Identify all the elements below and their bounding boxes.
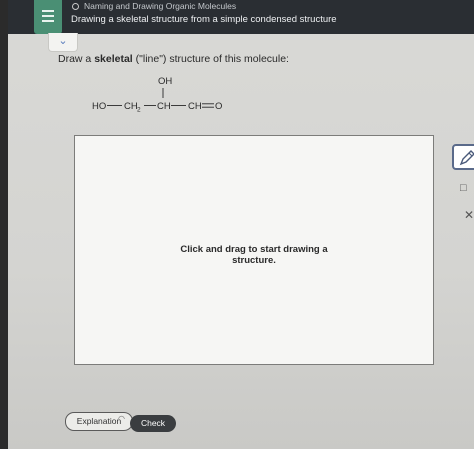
- drawing-toolbar: □ ✕: [448, 140, 474, 240]
- square-icon: □: [460, 182, 467, 194]
- chevron-down-icon: ⌄: [58, 35, 68, 47]
- menu-button[interactable]: [34, 0, 62, 34]
- prompt-suffix: ("line") structure of this molecule:: [132, 53, 289, 65]
- canvas-hint-line-2: structure.: [232, 255, 276, 266]
- explanation-toggle-icon: ◠: [118, 414, 125, 423]
- ch2-group: CH: [124, 101, 138, 112]
- clear-tool-button[interactable]: ✕: [464, 208, 474, 222]
- pencil-tool-button[interactable]: [452, 144, 474, 170]
- menu-icon-bar: [42, 20, 54, 22]
- ch2-subscript: 2: [137, 107, 141, 114]
- check-button[interactable]: Check: [130, 415, 176, 432]
- module-title: Naming and Drawing Organic Molecules: [84, 1, 237, 11]
- canvas-hint-line-1: Click and drag to start drawing a: [180, 244, 328, 255]
- ch-group: CH: [157, 101, 171, 112]
- menu-icon-bar: [42, 15, 54, 17]
- oh-substituent: OH: [158, 76, 172, 87]
- close-icon: ✕: [464, 208, 474, 222]
- pencil-icon: [459, 150, 474, 166]
- app-screen: Naming and Drawing Organic Molecules Dra…: [8, 0, 474, 449]
- ho-group: HO: [92, 101, 106, 112]
- progress-circle-icon: [72, 3, 79, 10]
- canvas-hint: Click and drag to start drawing a struct…: [75, 244, 433, 266]
- condensed-structure: OH HO CH 2 CH CH O: [92, 76, 222, 114]
- template-tool-button[interactable]: □: [460, 182, 467, 194]
- top-header: Naming and Drawing Organic Molecules Dra…: [8, 0, 474, 34]
- page-title: Drawing a skeletal structure from a simp…: [71, 14, 337, 25]
- ch-aldehyde-group: CH: [188, 101, 202, 112]
- drawing-canvas[interactable]: Click and drag to start drawing a struct…: [74, 135, 434, 365]
- oxygen-atom: O: [215, 101, 222, 112]
- prompt-prefix: Draw a: [58, 53, 95, 65]
- menu-icon-bar: [42, 10, 54, 12]
- collapse-toggle-button[interactable]: ⌄: [48, 33, 78, 52]
- question-prompt: Draw a skeletal ("line") structure of th…: [58, 53, 289, 65]
- prompt-bold: skeletal: [94, 53, 133, 65]
